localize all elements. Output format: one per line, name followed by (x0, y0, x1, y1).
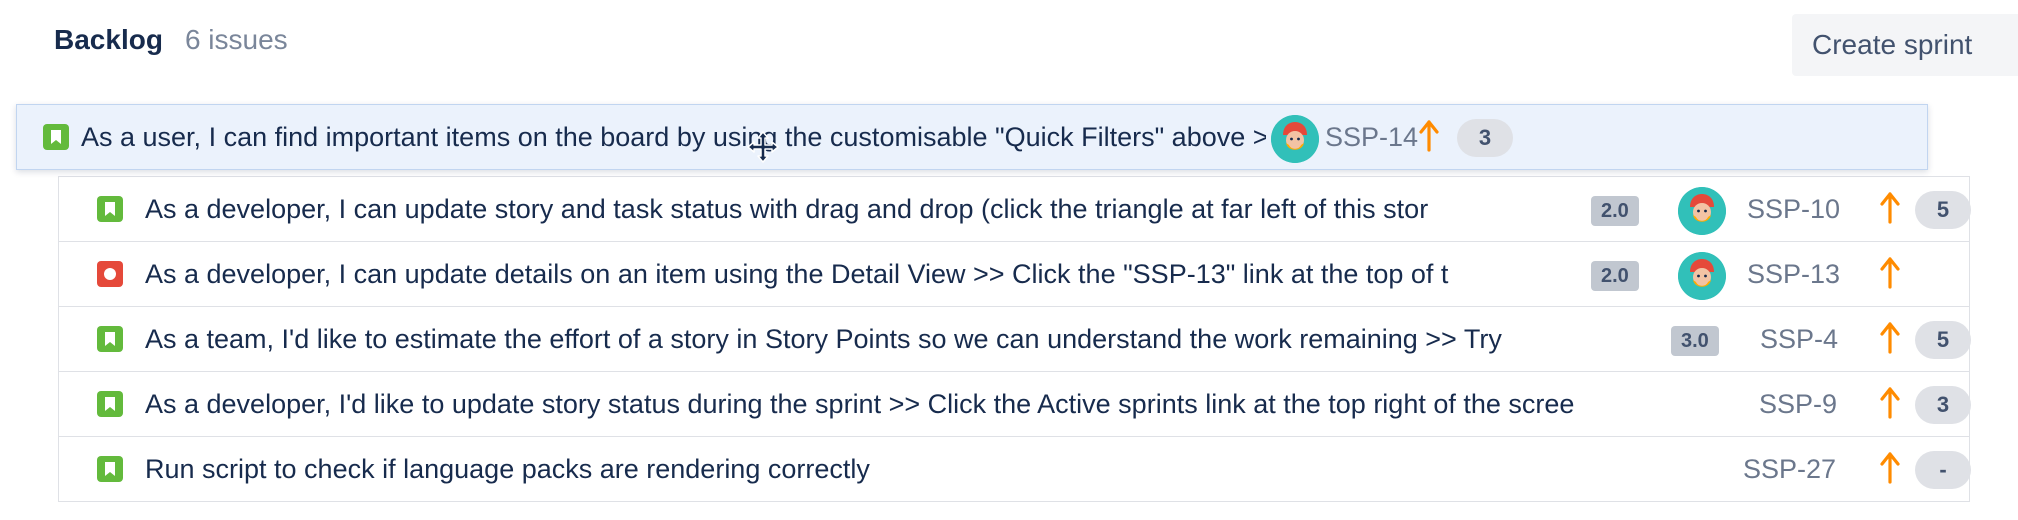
estimate-badge: 3.0 (1671, 326, 1719, 356)
backlog-title: Backlog (54, 24, 163, 55)
backlog-header: Backlog 6 issues (54, 22, 288, 58)
story-icon (97, 391, 123, 417)
issue-summary[interactable]: Run script to check if language packs ar… (145, 451, 1645, 487)
priority-high-arrow-icon (1878, 451, 1902, 485)
issue-key[interactable]: SSP-9 (1759, 386, 1837, 422)
issue-key[interactable]: SSP-4 (1760, 321, 1838, 357)
story-points-badge: 3 (1457, 119, 1513, 157)
issue-summary[interactable]: As a developer, I can update story and t… (145, 191, 1577, 227)
issue-key[interactable]: SSP-14 (1325, 119, 1418, 155)
issue-row[interactable]: As a developer, I can update details on … (58, 242, 1970, 307)
issue-summary[interactable]: As a developer, I'd like to update story… (145, 386, 1752, 422)
issue-row[interactable]: As a developer, I can update story and t… (58, 177, 1971, 242)
priority-high-arrow-icon (1878, 191, 1902, 225)
priority-high-arrow-icon (1417, 119, 1441, 153)
story-points-badge: 5 (1915, 321, 1971, 359)
avatar[interactable] (1678, 252, 1726, 300)
issue-key[interactable]: SSP-10 (1747, 191, 1840, 227)
avatar[interactable] (1271, 115, 1319, 163)
avatar[interactable] (1678, 187, 1726, 235)
priority-high-arrow-icon (1878, 386, 1902, 420)
story-icon (97, 196, 123, 222)
story-points-badge: 3 (1915, 386, 1971, 424)
backlog-issue-list: As a developer, I can update story and t… (58, 176, 1971, 502)
priority-high-arrow-icon (1878, 256, 1902, 290)
dragging-issue-row[interactable]: As a user, I can find important items on… (16, 104, 1928, 170)
story-points-badge: - (1915, 451, 1971, 489)
issue-key[interactable]: SSP-27 (1743, 451, 1836, 487)
story-icon (97, 326, 123, 352)
story-icon (43, 124, 69, 150)
bug-icon (97, 261, 123, 287)
issue-row[interactable]: As a developer, I'd like to update story… (58, 372, 1971, 437)
estimate-badge: 2.0 (1591, 261, 1639, 291)
issue-summary[interactable]: As a team, I'd like to estimate the effo… (145, 321, 1711, 357)
issue-key[interactable]: SSP-13 (1747, 256, 1840, 292)
issue-summary[interactable]: As a developer, I can update details on … (145, 256, 1577, 292)
story-icon (97, 456, 123, 482)
issue-summary[interactable]: As a user, I can find important items on… (81, 119, 1266, 155)
issue-row[interactable]: Run script to check if language packs ar… (58, 437, 1971, 502)
issue-count: 6 issues (184, 24, 288, 55)
estimate-badge: 2.0 (1591, 196, 1639, 226)
story-points-badge: 5 (1915, 191, 1971, 229)
move-cursor-icon (746, 130, 780, 164)
create-sprint-button[interactable]: Create sprint (1792, 14, 2018, 76)
issue-row[interactable]: As a team, I'd like to estimate the effo… (58, 307, 1971, 372)
priority-high-arrow-icon (1878, 321, 1902, 355)
